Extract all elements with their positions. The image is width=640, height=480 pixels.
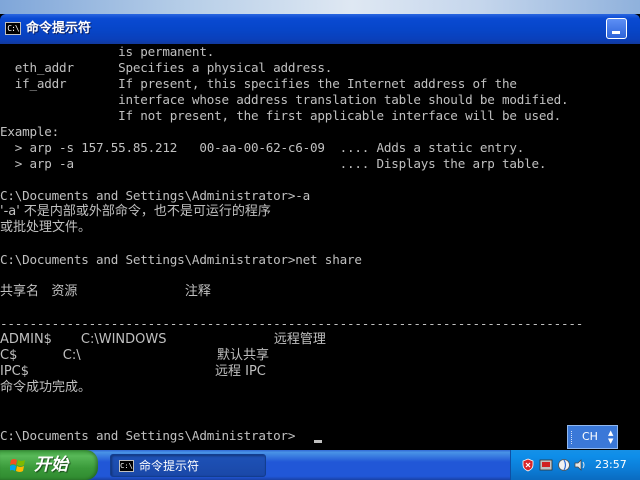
console-line: eth_addr Specifies a physical address.: [0, 60, 333, 75]
console-line: ADMIN$ C:\WINDOWS 远程管理: [0, 332, 326, 347]
console-line: 共享名 资源 注释: [0, 284, 211, 299]
console-line: '-a' 不是内部或外部命令，也不是可运行的程序: [0, 204, 271, 219]
console-line: > arp -s 157.55.85.212 00-aa-00-62-c6-09…: [0, 140, 525, 155]
window-title: 命令提示符: [26, 21, 92, 36]
console-line: is permanent.: [0, 44, 215, 59]
grip-handle[interactable]: [571, 431, 575, 444]
minimize-icon[interactable]: [606, 18, 627, 39]
scrollbar[interactable]: [632, 44, 640, 450]
console-output[interactable]: is permanent. eth_addr Specifies a physi…: [0, 44, 632, 450]
volume-icon[interactable]: [573, 458, 587, 472]
console-line: ----------------------------------------…: [0, 316, 584, 331]
taskbar: 开始 C:\ 命令提示符 23:57: [0, 450, 640, 480]
title-bar[interactable]: C:\ 命令提示符: [0, 14, 640, 44]
network-icon[interactable]: [557, 458, 571, 472]
shield-icon[interactable]: [521, 458, 535, 472]
language-indicator[interactable]: CH: [582, 430, 598, 444]
console-line: If not present, the first applicable int…: [0, 108, 562, 123]
language-bar[interactable]: CH ▲ ▼: [567, 425, 618, 449]
text-cursor: [314, 440, 322, 443]
console-line: 或批处理文件。: [0, 220, 92, 235]
console-line: C:\Documents and Settings\Administrator>: [0, 428, 296, 443]
start-button[interactable]: 开始: [0, 450, 98, 480]
language-menu-icon[interactable]: ▲ ▼: [608, 429, 613, 445]
command-prompt-window[interactable]: C:\ 命令提示符 is permanent. eth_addr Specifi…: [0, 14, 640, 450]
console-icon[interactable]: C:\: [5, 22, 21, 35]
console-line: C$ C:\ 默认共享: [0, 348, 270, 363]
console-line: 命令成功完成。: [0, 380, 92, 395]
taskbar-item-label: 命令提示符: [139, 459, 200, 473]
console-icon: C:\: [119, 460, 134, 472]
console-line: C:\Documents and Settings\Administrator>…: [0, 252, 362, 267]
console-line: IPC$ 远程 IPC: [0, 364, 266, 379]
clock[interactable]: 23:57: [595, 458, 627, 472]
console-line: C:\Documents and Settings\Administrator>…: [0, 188, 311, 203]
start-label: 开始: [34, 455, 68, 475]
taskbar-item-command-prompt[interactable]: C:\ 命令提示符: [110, 454, 266, 477]
console-line: interface whose address translation tabl…: [0, 92, 569, 107]
console-line: > arp -a .... Displays the arp table.: [0, 156, 547, 171]
console-line: Example:: [0, 124, 60, 139]
system-tray: 23:57: [510, 450, 640, 480]
app-tray-icon[interactable]: [539, 458, 553, 472]
desktop-background: [0, 0, 640, 14]
windows-logo-icon: [10, 459, 25, 472]
console-line: if_addr If present, this specifies the I…: [0, 76, 517, 91]
